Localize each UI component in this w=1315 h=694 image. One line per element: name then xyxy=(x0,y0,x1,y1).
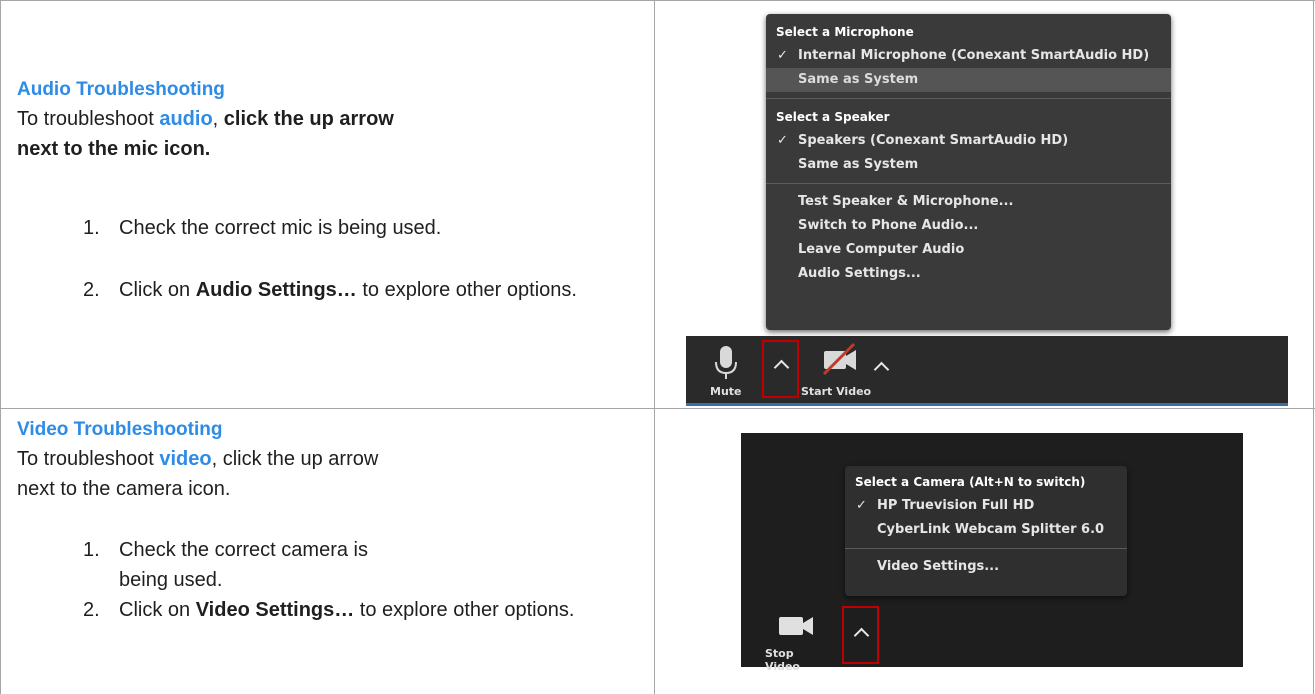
list-item: 1. Check the correct mic is being used. xyxy=(83,217,442,239)
table-border-left xyxy=(0,0,1,694)
mute-label: Mute xyxy=(710,385,742,398)
speaker-item-conexant[interactable]: ✓ Speakers (Conexant SmartAudio HD) xyxy=(766,129,1171,153)
video-intro: To troubleshoot video, click the up arro… xyxy=(17,448,379,500)
mic-item-internal[interactable]: ✓ Internal Microphone (Conexant SmartAudi… xyxy=(766,44,1171,68)
audio-settings-ref: Audio Settings… xyxy=(195,279,357,301)
video-options-arrow-button[interactable] xyxy=(842,606,879,664)
microphone-icon xyxy=(715,346,737,379)
start-video-label: Start Video xyxy=(801,385,872,398)
check-icon: ✓ xyxy=(777,133,788,148)
stop-video-button[interactable]: Stop Video xyxy=(762,605,832,673)
camera-item-cyberlink[interactable]: CyberLink Webcam Splitter 6.0 xyxy=(845,518,1127,542)
camera-section-title: Select a Camera (Alt+N to switch) xyxy=(855,475,1086,489)
stop-video-label: Stop Video xyxy=(765,647,800,673)
audio-steps: 1. Check the correct mic is being used. … xyxy=(83,213,653,305)
start-video-button[interactable]: Start Video xyxy=(800,340,875,400)
video-settings-item[interactable]: Video Settings... xyxy=(845,555,1127,579)
mic-item-same-as-system[interactable]: Same as System xyxy=(766,68,1171,92)
menu-divider xyxy=(766,98,1171,99)
video-text-block: Video Troubleshooting To troubleshoot vi… xyxy=(17,416,637,504)
video-off-icon xyxy=(822,342,856,376)
video-camera-icon xyxy=(779,617,813,635)
table-row-divider xyxy=(0,408,1315,409)
check-icon: ✓ xyxy=(777,48,788,63)
mic-button[interactable]: Mute xyxy=(706,340,746,400)
menu-divider xyxy=(845,548,1127,549)
toolbar-underline xyxy=(686,403,1288,406)
table-border-right xyxy=(1313,0,1314,694)
audio-settings-item[interactable]: Audio Settings... xyxy=(766,262,1171,286)
switch-phone-audio-item[interactable]: Switch to Phone Audio... xyxy=(766,214,1171,238)
video-keyword: video xyxy=(159,448,212,470)
audio-menu: Select a Microphone ✓ Internal Microphone… xyxy=(766,14,1171,330)
leave-computer-audio-item[interactable]: Leave Computer Audio xyxy=(766,238,1171,262)
table-border-top xyxy=(0,0,1315,1)
audio-keyword: audio xyxy=(159,108,213,130)
video-heading: Video Troubleshooting xyxy=(17,419,223,440)
audio-options-arrow-button[interactable] xyxy=(762,340,799,398)
list-item: 2. Click on Audio Settings… to explore o… xyxy=(83,279,577,301)
audio-heading: Audio Troubleshooting xyxy=(17,79,225,100)
camera-item-hp[interactable]: ✓ HP Truevision Full HD xyxy=(845,494,1127,518)
table-column-divider xyxy=(654,0,655,694)
test-speaker-mic-item[interactable]: Test Speaker & Microphone... xyxy=(766,190,1171,214)
mic-section-title: Select a Microphone xyxy=(776,25,914,39)
list-item: 1. Check the correct camera is being use… xyxy=(83,539,368,591)
chevron-up-icon xyxy=(773,359,790,376)
speaker-item-same-as-system[interactable]: Same as System xyxy=(766,153,1171,177)
video-steps: 1. Check the correct camera is being use… xyxy=(83,535,653,625)
audio-text-block: Audio Troubleshooting To troubleshoot au… xyxy=(17,76,637,164)
audio-intro: To troubleshoot audio, click the up arro… xyxy=(17,108,394,160)
list-item: 2. Click on Video Settings… to explore o… xyxy=(83,599,575,621)
video-settings-ref: Video Settings… xyxy=(195,599,355,621)
check-icon: ✓ xyxy=(856,498,867,513)
speaker-section-title: Select a Speaker xyxy=(776,110,890,124)
menu-divider xyxy=(766,183,1171,184)
video-menu: Select a Camera (Alt+N to switch) ✓ HP Tr… xyxy=(845,466,1127,596)
chevron-up-icon xyxy=(853,627,870,644)
